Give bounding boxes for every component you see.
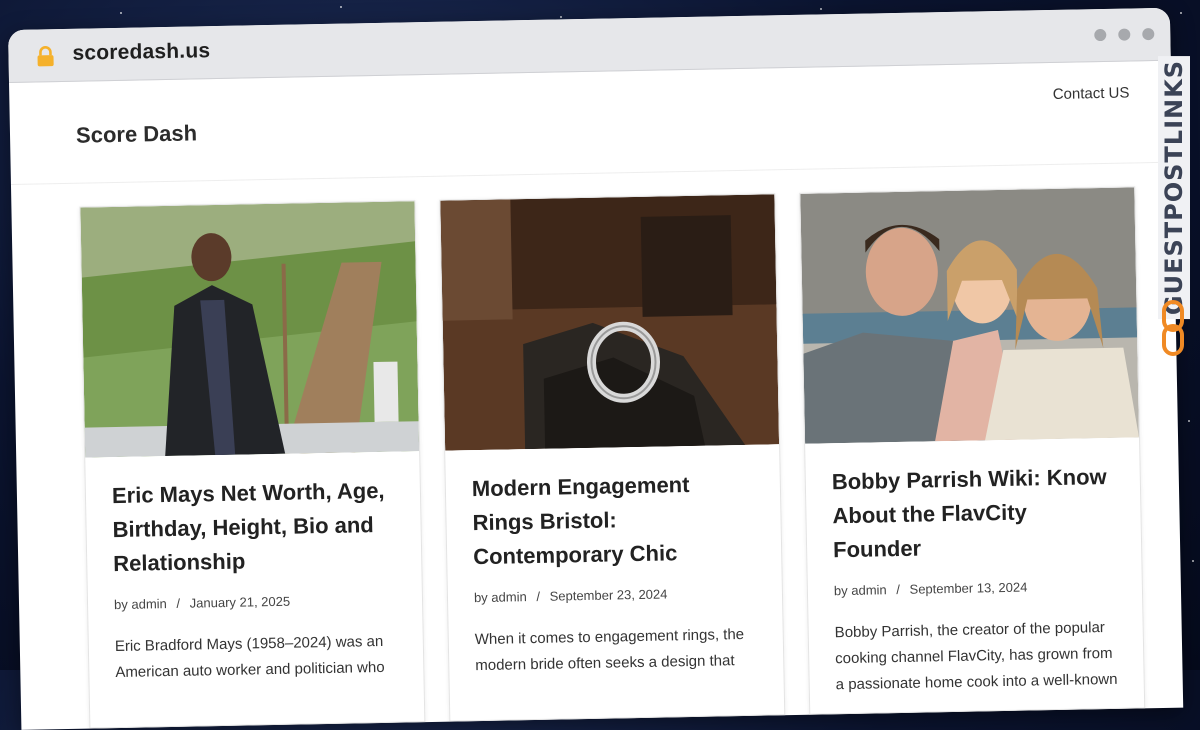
watermark-text: GUESTPOSTLINKS [1158, 56, 1190, 320]
post-meta: by admin / September 13, 2024 [833, 578, 1116, 599]
post-card[interactable]: Bobby Parrish Wiki: Know About the FlavC… [799, 186, 1146, 715]
post-image-man-on-stairs[interactable] [80, 201, 420, 458]
site-header: Score Dash Contact US [8, 59, 1173, 185]
post-author[interactable]: admin [131, 596, 167, 612]
post-excerpt: Eric Bradford Mays (1958–2024) was an Am… [114, 632, 385, 682]
window-dot-2[interactable] [1118, 28, 1131, 41]
post-author[interactable]: admin [851, 582, 887, 598]
meta-separator: / [896, 581, 901, 598]
post-meta: by admin / September 23, 2024 [474, 585, 756, 605]
post-image-family[interactable] [800, 187, 1140, 444]
author-prefix: by [833, 582, 848, 599]
post-title[interactable]: Modern Engagement Rings Bristol: Contemp… [472, 467, 756, 574]
browser-window: scoredash.us Score Dash Contact US Eric … [8, 7, 1184, 730]
post-card[interactable]: Eric Mays Net Worth, Age, Birthday, Heig… [79, 200, 426, 729]
post-title[interactable]: Eric Mays Net Worth, Age, Birthday, Heig… [112, 474, 396, 581]
nav-contact-link[interactable]: Contact US [1053, 84, 1130, 102]
post-excerpt: Bobby Parrish, the creator of the popula… [834, 619, 1118, 694]
post-date: September 13, 2024 [909, 579, 1028, 597]
meta-separator: / [176, 595, 181, 611]
window-controls [1094, 27, 1155, 42]
post-title[interactable]: Bobby Parrish Wiki: Know About the FlavC… [832, 460, 1116, 567]
guestpostlinks-watermark: GUESTPOSTLINKS [1156, 56, 1192, 356]
lock-icon [37, 46, 54, 67]
window-dot-1[interactable] [1094, 28, 1107, 42]
window-dot-3[interactable] [1142, 27, 1155, 41]
site-title[interactable]: Score Dash [76, 120, 198, 148]
post-image-ring[interactable] [440, 194, 780, 451]
post-card[interactable]: Modern Engagement Rings Bristol: Contemp… [439, 193, 786, 722]
meta-separator: / [536, 588, 541, 604]
author-prefix: by [473, 589, 488, 606]
post-author[interactable]: admin [491, 589, 527, 605]
address-bar-url[interactable]: scoredash.us [72, 39, 210, 66]
chain-link-icon [1162, 300, 1184, 356]
post-date: January 21, 2025 [189, 593, 291, 611]
post-excerpt: When it comes to engagement rings, the m… [474, 625, 745, 675]
post-meta: by admin / January 21, 2025 [114, 592, 396, 612]
author-prefix: by [113, 596, 128, 613]
post-date: September 23, 2024 [549, 586, 668, 604]
